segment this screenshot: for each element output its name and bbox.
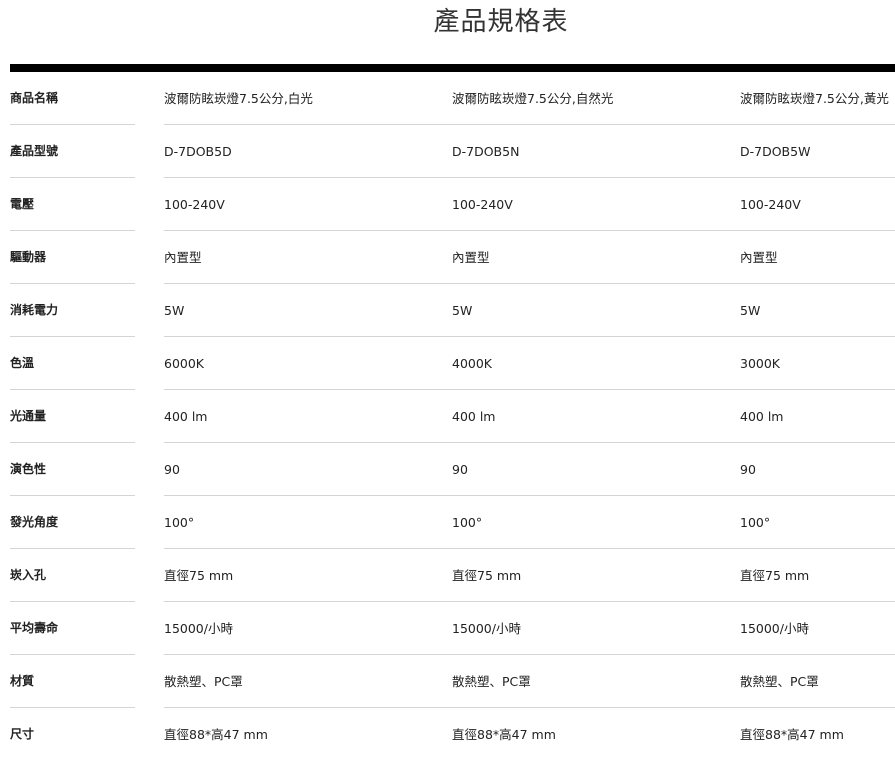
spec-value-natural: 散熱塑、PC罩 (452, 674, 531, 689)
title-divider-bar (10, 64, 895, 72)
spec-value-white: 波爾防眩崁燈7.5公分,白光 (164, 91, 313, 106)
spec-value-white: 5W (164, 303, 185, 318)
spec-value-white: 100-240V (164, 197, 225, 212)
spec-value-natural: 內置型 (452, 250, 490, 265)
spec-label: 消耗電力 (10, 303, 59, 317)
spec-row-cutout: 崁入孔 直徑75 mm 直徑75 mm 直徑75 mm (10, 549, 895, 602)
spec-value-white: D-7DOB5D (164, 144, 232, 159)
spec-value-warm: 內置型 (740, 250, 778, 265)
spec-value-natural: 90 (452, 462, 468, 477)
spec-value-natural: 直徑75 mm (452, 568, 522, 583)
spec-row-cri: 演色性 90 90 90 (10, 443, 895, 496)
spec-row-color-temperature: 色溫 6000K 4000K 3000K (10, 337, 895, 390)
spec-value-natural: 400 lm (452, 409, 496, 424)
spec-value-white: 90 (164, 462, 180, 477)
spec-label: 崁入孔 (10, 568, 47, 582)
spec-label: 產品型號 (10, 144, 59, 158)
spec-value-warm: 散熱塑、PC罩 (740, 674, 819, 689)
spec-value-natural: 5W (452, 303, 473, 318)
spec-row-power: 消耗電力 5W 5W 5W (10, 284, 895, 337)
spec-value-white: 15000/小時 (164, 621, 233, 636)
spec-value-warm: 5W (740, 303, 761, 318)
spec-row-model: 產品型號 D-7DOB5D D-7DOB5N D-7DOB5W (10, 125, 895, 178)
spec-value-natural: 100-240V (452, 197, 513, 212)
spec-value-warm: 15000/小時 (740, 621, 809, 636)
spec-label: 平均壽命 (10, 621, 59, 635)
spec-value-warm: 90 (740, 462, 756, 477)
spec-row-voltage: 電壓 100-240V 100-240V 100-240V (10, 178, 895, 231)
spec-label: 色溫 (10, 356, 35, 370)
spec-label: 電壓 (10, 197, 35, 211)
spec-value-warm: 400 lm (740, 409, 784, 424)
spec-label: 驅動器 (10, 250, 47, 264)
spec-value-warm: 波爾防眩崁燈7.5公分,黃光 (740, 91, 889, 106)
spec-value-white: 6000K (164, 356, 205, 371)
spec-label: 演色性 (10, 462, 47, 476)
spec-value-natural: D-7DOB5N (452, 144, 520, 159)
spec-value-white: 100° (164, 515, 195, 530)
spec-label: 光通量 (10, 409, 47, 423)
spec-row-dimensions: 尺寸 直徑88*高47 mm 直徑88*高47 mm 直徑88*高47 mm (10, 708, 895, 761)
spec-value-natural: 直徑88*高47 mm (452, 727, 556, 742)
spec-value-white: 400 lm (164, 409, 208, 424)
spec-value-warm: 3000K (740, 356, 781, 371)
spec-value-warm: 100° (740, 515, 771, 530)
spec-label: 發光角度 (10, 515, 59, 529)
spec-row-product-name: 商品名稱 波爾防眩崁燈7.5公分,白光 波爾防眩崁燈7.5公分,自然光 波爾防眩… (10, 72, 895, 125)
spec-value-warm: 100-240V (740, 197, 801, 212)
spec-value-natural: 15000/小時 (452, 621, 521, 636)
spec-row-lifespan: 平均壽命 15000/小時 15000/小時 15000/小時 (10, 602, 895, 655)
spec-value-white: 散熱塑、PC罩 (164, 674, 243, 689)
spec-row-material: 材質 散熱塑、PC罩 散熱塑、PC罩 散熱塑、PC罩 (10, 655, 895, 708)
spec-value-natural: 4000K (452, 356, 493, 371)
spec-value-white: 內置型 (164, 250, 202, 265)
spec-value-warm: 直徑75 mm (740, 568, 810, 583)
page-title: 產品規格表 (433, 7, 569, 37)
spec-row-luminous-flux: 光通量 400 lm 400 lm 400 lm (10, 390, 895, 443)
spec-value-white: 直徑88*高47 mm (164, 727, 268, 742)
spec-label: 尺寸 (10, 727, 35, 741)
spec-value-warm: D-7DOB5W (740, 144, 811, 159)
spec-value-natural: 波爾防眩崁燈7.5公分,自然光 (452, 91, 614, 106)
spec-table: 商品名稱 波爾防眩崁燈7.5公分,白光 波爾防眩崁燈7.5公分,自然光 波爾防眩… (10, 72, 895, 761)
spec-label: 商品名稱 (10, 91, 59, 105)
spec-label: 材質 (10, 674, 35, 688)
spec-row-beam-angle: 發光角度 100° 100° 100° (10, 496, 895, 549)
spec-value-warm: 直徑88*高47 mm (740, 727, 844, 742)
spec-value-white: 直徑75 mm (164, 568, 234, 583)
spec-row-driver: 驅動器 內置型 內置型 內置型 (10, 231, 895, 284)
spec-value-natural: 100° (452, 515, 483, 530)
